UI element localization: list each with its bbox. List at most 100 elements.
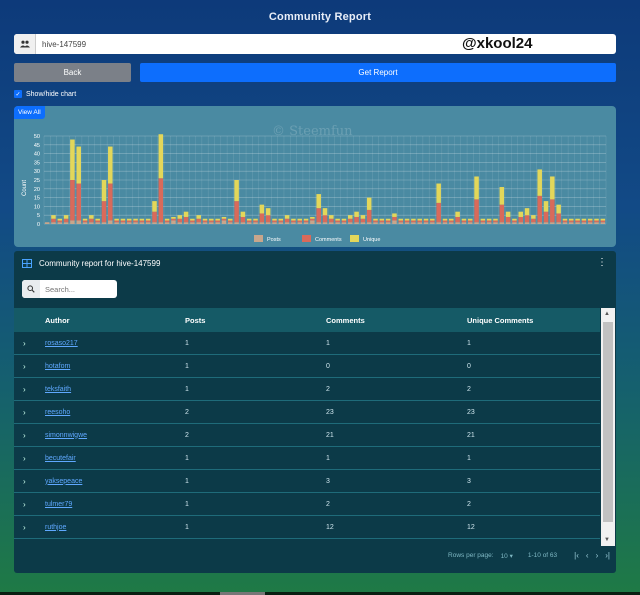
table-row[interactable]: › teksfaith 1 2 2 [14, 378, 600, 401]
bar-unique[interactable] [215, 218, 220, 221]
bar-unique[interactable] [234, 180, 239, 202]
bar-unique[interactable] [461, 218, 467, 221]
bar-comments[interactable] [493, 220, 498, 223]
bar-posts[interactable] [164, 222, 170, 224]
bar-comments[interactable] [158, 178, 164, 223]
bar-unique[interactable] [171, 216, 176, 219]
bar-comments[interactable] [152, 211, 157, 223]
bar-comments[interactable] [265, 215, 271, 223]
expand-row-icon[interactable]: › [23, 500, 26, 509]
bar-comments[interactable] [316, 208, 321, 223]
bar-posts[interactable] [404, 222, 410, 224]
bar-unique[interactable] [568, 218, 574, 221]
author-link[interactable]: becutefair [45, 455, 76, 462]
bar-unique[interactable] [240, 211, 246, 217]
bar-unique[interactable] [139, 218, 145, 221]
bar-unique[interactable] [512, 218, 517, 221]
bar-posts[interactable] [240, 222, 246, 224]
bar-posts[interactable] [347, 222, 353, 224]
bar-comments[interactable] [70, 180, 75, 221]
bar-unique[interactable] [550, 176, 555, 200]
bar-unique[interactable] [246, 218, 252, 221]
bar-unique[interactable] [253, 218, 258, 221]
bar-unique[interactable] [392, 213, 397, 217]
bar-unique[interactable] [221, 216, 227, 219]
bar-comments[interactable] [341, 220, 347, 223]
bar-unique[interactable] [335, 218, 340, 221]
bar-comments[interactable] [436, 202, 441, 223]
bar-posts[interactable] [291, 222, 296, 224]
bar-posts[interactable] [467, 222, 473, 224]
bar-posts[interactable] [411, 222, 416, 224]
bar-posts[interactable] [228, 222, 233, 224]
bar-unique[interactable] [303, 218, 309, 221]
bar-comments[interactable] [310, 218, 315, 221]
bar-posts[interactable] [183, 222, 189, 224]
bar-posts[interactable] [505, 222, 511, 224]
bar-unique[interactable] [518, 211, 524, 217]
expand-row-icon[interactable]: › [23, 454, 26, 463]
bar-unique[interactable] [322, 208, 328, 216]
expand-row-icon[interactable]: › [23, 385, 26, 394]
bar-posts[interactable] [455, 222, 460, 224]
chart-toggle[interactable]: ✓ Show/hide chart [14, 90, 76, 98]
bar-unique[interactable] [467, 218, 473, 221]
bar-comments[interactable] [442, 220, 448, 223]
scroll-thumb[interactable] [603, 322, 613, 522]
bar-unique[interactable] [291, 218, 296, 221]
bar-comments[interactable] [335, 220, 340, 223]
bar-posts[interactable] [177, 222, 183, 224]
bar-unique[interactable] [297, 218, 303, 221]
bar-comments[interactable] [108, 183, 113, 221]
bar-unique[interactable] [101, 180, 107, 202]
first-page-icon[interactable]: |‹ [574, 551, 579, 560]
expand-row-icon[interactable]: › [23, 477, 26, 486]
bar-unique[interactable] [76, 146, 82, 184]
bar-comments[interactable] [404, 220, 410, 223]
bar-posts[interactable] [158, 222, 164, 224]
bar-posts[interactable] [531, 222, 536, 224]
bar-unique[interactable] [398, 218, 404, 221]
bar-unique[interactable] [347, 215, 353, 219]
bar-posts[interactable] [360, 222, 366, 224]
bar-unique[interactable] [183, 211, 189, 217]
bar-posts[interactable] [126, 222, 132, 224]
bar-posts[interactable] [430, 222, 435, 224]
bar-posts[interactable] [329, 222, 334, 224]
bar-comments[interactable] [234, 201, 239, 223]
bar-comments[interactable] [82, 220, 88, 223]
bar-comments[interactable] [114, 220, 119, 223]
bar-posts[interactable] [303, 222, 309, 224]
bar-comments[interactable] [562, 220, 568, 223]
bar-comments[interactable] [423, 220, 429, 223]
bar-comments[interactable] [120, 220, 126, 223]
table-row[interactable]: › hotafom 1 0 0 [14, 355, 600, 378]
bar-posts[interactable] [209, 222, 214, 224]
bar-comments[interactable] [95, 220, 100, 223]
bar-unique[interactable] [575, 218, 580, 221]
bar-posts[interactable] [253, 222, 258, 224]
bar-posts[interactable] [449, 222, 454, 224]
bar-unique[interactable] [196, 215, 201, 219]
bar-posts[interactable] [108, 220, 113, 224]
bar-posts[interactable] [95, 222, 100, 224]
bar-unique[interactable] [556, 204, 561, 214]
bar-posts[interactable] [518, 222, 524, 224]
expand-row-icon[interactable]: › [23, 431, 26, 440]
bar-comments[interactable] [57, 220, 63, 223]
bar-unique[interactable] [587, 218, 593, 221]
bar-posts[interactable] [70, 220, 75, 224]
expand-row-icon[interactable]: › [23, 523, 26, 532]
bar-posts[interactable] [594, 222, 599, 224]
bar-comments[interactable] [480, 220, 486, 223]
scroll-down-icon[interactable]: ▼ [604, 537, 610, 543]
bar-posts[interactable] [133, 222, 138, 224]
bar-unique[interactable] [360, 215, 366, 219]
bar-unique[interactable] [537, 169, 542, 196]
bar-posts[interactable] [152, 222, 157, 224]
bar-posts[interactable] [562, 222, 568, 224]
bar-comments[interactable] [171, 218, 176, 221]
bar-unique[interactable] [265, 208, 271, 216]
bar-comments[interactable] [329, 218, 334, 223]
bar-posts[interactable] [486, 222, 492, 224]
